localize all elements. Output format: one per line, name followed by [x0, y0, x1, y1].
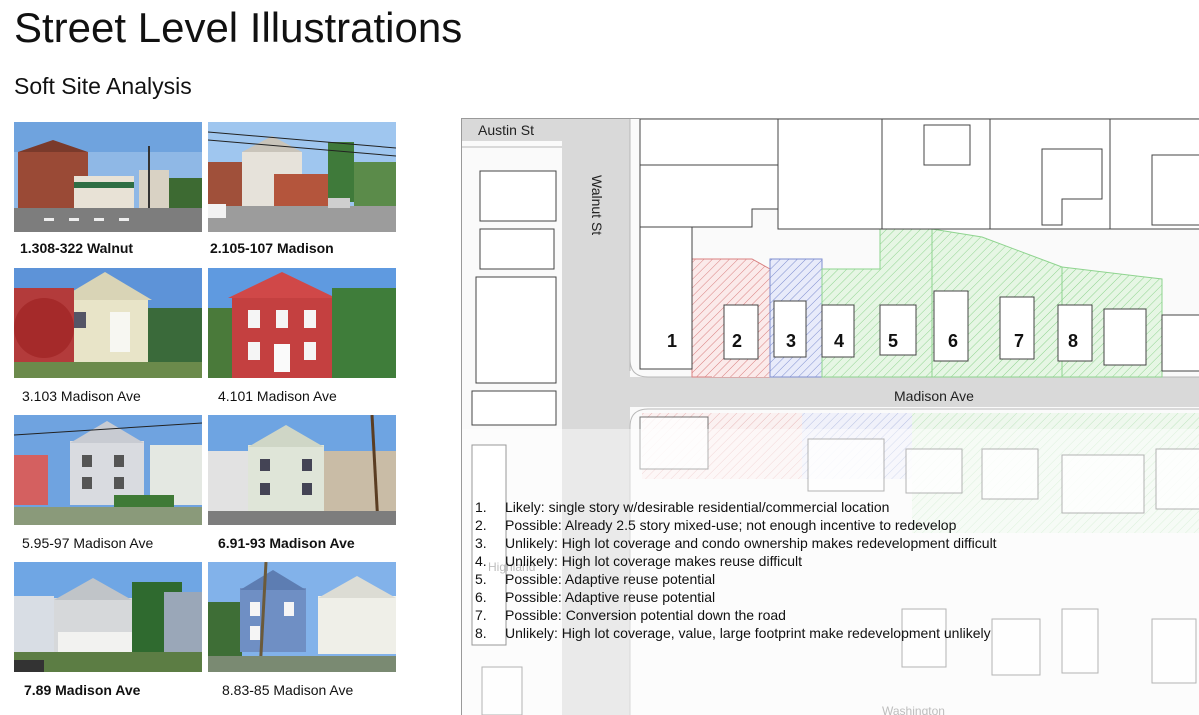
photo-caption-1: 1.308-322 Walnut [20, 240, 134, 256]
legend-item: 8. Unlikely: High lot coverage, value, la… [475, 624, 997, 642]
street-label-madison: Madison Ave [894, 388, 974, 404]
page-subtitle: Soft Site Analysis [14, 73, 192, 99]
photo-caption-8: 8.83-85 Madison Ave [222, 682, 354, 698]
street-photo-3 [14, 268, 202, 378]
street-photo-8 [208, 562, 396, 672]
street-label-austin: Austin St [478, 122, 534, 138]
photo-caption-6: 6.91-93 Madison Ave [218, 535, 355, 551]
legend-item: 3. Unlikely: High lot coverage and condo … [475, 534, 997, 552]
parcel-number-4: 4 [834, 331, 844, 351]
photo-caption-5: 5.95-97 Madison Ave [22, 535, 154, 551]
legend-number: 1. [475, 499, 487, 515]
parcel-number-1: 1 [667, 331, 677, 351]
legend-item: 2. Possible: Already 2.5 story mixed-use;… [475, 516, 997, 534]
legend-text: Possible: Conversion potential down the … [505, 607, 786, 623]
street-photo-6 [208, 415, 396, 525]
legend-text: Unlikely: High lot coverage and condo ow… [505, 535, 997, 551]
parcel-number-3: 3 [786, 331, 796, 351]
street-photo-1 [14, 122, 202, 232]
legend-number: 5. [475, 571, 487, 587]
legend-number: 7. [475, 607, 487, 623]
legend-item: 1. Likely: single story w/desirable resid… [475, 498, 997, 516]
parcel-number-8: 8 [1068, 331, 1078, 351]
photo-caption-3: 3.103 Madison Ave [22, 388, 141, 404]
street-photo-2 [208, 122, 396, 232]
legend-number: 8. [475, 625, 487, 641]
street-photo-5 [14, 415, 202, 525]
soft-site-legend: 1. Likely: single story w/desirable resid… [475, 498, 997, 642]
photo-caption-2: 2.105-107 Madison [210, 240, 334, 256]
legend-text: Possible: Adaptive reuse potential [505, 571, 716, 587]
legend-number: 2. [475, 517, 487, 533]
street-label-washington: Washington [882, 704, 945, 715]
legend-text: Possible: Adaptive reuse potential [505, 589, 716, 605]
legend-text: Likely: single story w/desirable residen… [505, 499, 890, 515]
street-label-walnut: Walnut St [589, 175, 605, 235]
legend-item: 6. Possible: Adaptive reuse potential [475, 588, 997, 606]
photo-caption-4: 4.101 Madison Ave [218, 388, 337, 404]
legend-text: Unlikely: High lot coverage makes reuse … [505, 553, 802, 569]
parcel-number-5: 5 [888, 331, 898, 351]
legend-item: 4. Unlikely: High lot coverage makes reus… [475, 552, 997, 570]
legend-number: 3. [475, 535, 487, 551]
street-photo-7 [14, 562, 202, 672]
legend-item: 7. Possible: Conversion potential down th… [475, 606, 997, 624]
legend-text: Possible: Already 2.5 story mixed-use; n… [505, 517, 957, 533]
legend-item: 5. Possible: Adaptive reuse potential [475, 570, 997, 588]
legend-number: 6. [475, 589, 487, 605]
photo-caption-7: 7.89 Madison Ave [24, 682, 141, 698]
parcel-number-2: 2 [732, 331, 742, 351]
page-title: Street Level Illustrations [14, 4, 463, 51]
legend-text: Unlikely: High lot coverage, value, larg… [505, 625, 991, 641]
parcel-number-6: 6 [948, 331, 958, 351]
street-photo-4 [208, 268, 396, 378]
legend-number: 4. [475, 553, 487, 569]
parcel-number-7: 7 [1014, 331, 1024, 351]
